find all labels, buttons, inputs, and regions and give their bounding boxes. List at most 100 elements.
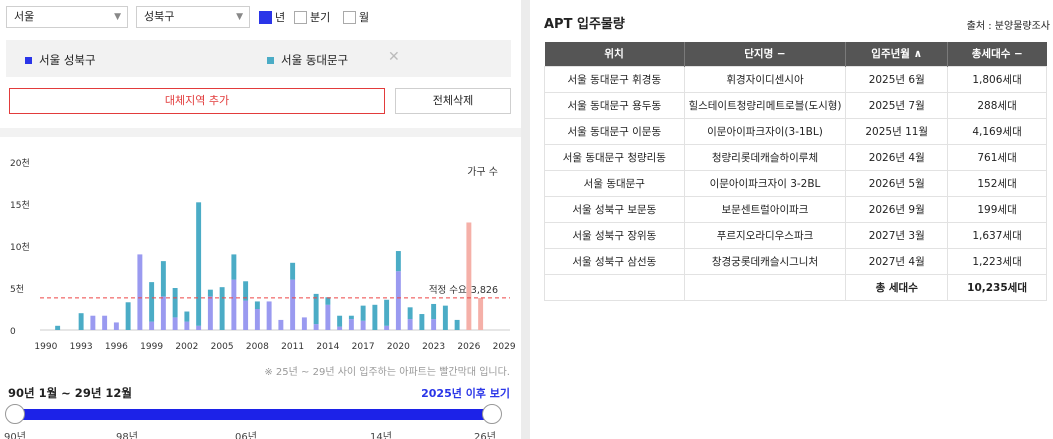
x-tick-label: 2002 [175, 342, 198, 352]
checkbox-checked-icon [259, 10, 272, 24]
slider-tick: 14년 [370, 432, 392, 439]
table-row: 서울 성북구 삼선동 창경궁롯데캐슬시그니처 2027년 4월 1,223세대 [544, 247, 1047, 275]
table-row: 서울 동대문구 이문아이파크자이 3-2BL 2026년 5월 152세대 [544, 169, 1047, 197]
units-cell: 199세대 [947, 195, 1047, 223]
bar [125, 302, 131, 330]
bar [102, 315, 108, 330]
chart-note: ※ 25년 ~ 29년 사이 입주하는 아파트는 빨간막대 입니다. [264, 367, 510, 378]
table-row: 서울 동대문구 휘경동 휘경자이디센시아 2025년 6월 1,806세대 [544, 65, 1047, 93]
bar [325, 297, 331, 305]
bar [78, 313, 84, 330]
period-month-checkbox[interactable]: 월 [343, 9, 369, 25]
region-item: 서울 동대문구 [267, 52, 348, 68]
location-cell: 서울 동대문구 휘경동 [544, 65, 685, 93]
table-title: APT 입주물량 [544, 17, 625, 32]
chevron-down-icon: ▼ [114, 12, 121, 22]
location-cell: 서울 동대문구 청량리동 [544, 143, 685, 171]
period-quarter-label: 분기 [310, 11, 331, 24]
bar [384, 325, 390, 330]
reference-value: 3,826 [471, 285, 498, 296]
location-cell: 서울 동대문구 [544, 169, 685, 197]
bar [278, 319, 284, 330]
bar [172, 317, 178, 330]
bar [372, 304, 378, 330]
bar [160, 261, 166, 297]
bar [431, 303, 437, 320]
reference-label-text: 적정 수요 [429, 284, 467, 296]
bar [243, 300, 249, 330]
bar [196, 202, 202, 326]
year-range-slider[interactable] [14, 409, 492, 420]
date-cell: 2026년 5월 [845, 169, 949, 197]
bar [219, 287, 225, 330]
table-header-row: 위치 단지명 − 입주년월 ∧ 총세대수 − [544, 42, 1047, 66]
x-tick-label: 1999 [140, 342, 163, 352]
complex-cell: 보문센트럴아이파크 [683, 195, 847, 223]
selected-regions: 서울 성북구 서울 동대문구 ✕ [6, 40, 511, 77]
complex-cell: 푸르지오라디우스파크 [683, 221, 847, 249]
bar [407, 319, 413, 330]
bar [184, 311, 190, 322]
date-cell: 2026년 4월 [845, 143, 949, 171]
bar [348, 319, 354, 330]
total-value-cell: 10,235세대 [947, 273, 1047, 301]
location-cell: 서울 동대문구 용두동 [544, 91, 685, 119]
legend-square-icon [267, 56, 274, 64]
slider-tick: 90년 [4, 432, 26, 439]
bar [395, 251, 401, 272]
bar [419, 314, 425, 330]
bar [313, 293, 319, 325]
period-year-checkbox[interactable]: 년 [259, 9, 285, 25]
bar [442, 305, 448, 330]
bar [337, 326, 343, 330]
bar [137, 254, 143, 330]
units-cell: 288세대 [947, 91, 1047, 119]
chart-svg: 0 5천 10천 15천 20천 1990 1993 1996 1999 2002 2005 2008… [10, 158, 516, 352]
complex-cell: 창경궁롯데캐슬시그니처 [683, 247, 847, 275]
col-units-sort[interactable]: 총세대수 − [947, 42, 1047, 66]
after-2025-link[interactable]: 2025년 이후 보기 [421, 385, 510, 401]
col-location: 위치 [544, 42, 685, 66]
table-body: 서울 동대문구 휘경동 휘경자이디센시아 2025년 6월 1,806세대 서울 동대문… [544, 65, 1047, 301]
bar [266, 301, 272, 330]
bar [90, 315, 96, 330]
region-label: 서울 동대문구 [281, 53, 349, 67]
table-row: 서울 성북구 장위동 푸르지오라디우스파크 2027년 3월 1,637세대 [544, 221, 1047, 249]
bar [325, 304, 331, 330]
complex-cell: 휘경자이디센시아 [683, 65, 847, 93]
bar [290, 262, 296, 280]
slider-end-handle[interactable] [482, 404, 502, 424]
supply-chart: 0 5천 10천 15천 20천 1990 1993 1996 1999 2002 2005 2008… [0, 140, 521, 360]
city-select[interactable]: 서울 ▼ [6, 6, 128, 28]
region-label: 서울 성북구 [39, 53, 96, 67]
bar [254, 309, 260, 330]
source-note: 출처 : 분양물량조사 [966, 21, 1050, 32]
clear-all-button[interactable]: 전체삭제 [395, 88, 511, 114]
y-tick-label: 0 [10, 327, 16, 337]
x-tick-label: 1990 [34, 342, 57, 352]
section-divider [0, 128, 521, 137]
y-tick-label: 15천 [10, 200, 30, 211]
bar [184, 321, 190, 330]
date-cell: 2027년 3월 [845, 221, 949, 249]
period-quarter-checkbox[interactable]: 분기 [294, 9, 330, 25]
chevron-down-icon: ▼ [236, 12, 243, 22]
table-row: 서울 동대문구 이문동 이문아이파크자이(3-1BL) 2025년 11월 4,169… [544, 117, 1047, 145]
col-date-sort[interactable]: 입주년월 ∧ [845, 42, 949, 66]
bar [149, 321, 155, 330]
units-cell: 152세대 [947, 169, 1047, 197]
col-complex-sort[interactable]: 단지명 − [684, 42, 847, 66]
checkbox-icon [294, 10, 307, 24]
date-cell: 2025년 11월 [845, 117, 949, 145]
bar [254, 301, 260, 309]
bar [360, 320, 366, 330]
page: 서울 ▼ 성북구 ▼ 년 분기 월 서울 성북구 서울 동대문구 ✕ 대체지역 … [0, 0, 1053, 439]
add-region-button[interactable]: 대체지역 추가 [9, 88, 385, 114]
close-icon[interactable]: ✕ [388, 49, 400, 65]
x-tick-label: 2020 [387, 342, 410, 352]
bar [431, 319, 437, 330]
district-select[interactable]: 성북구 ▼ [136, 6, 250, 28]
location-cell: 서울 성북구 장위동 [544, 221, 685, 249]
slider-tick: 98년 [116, 432, 138, 439]
slider-start-handle[interactable] [5, 404, 25, 424]
